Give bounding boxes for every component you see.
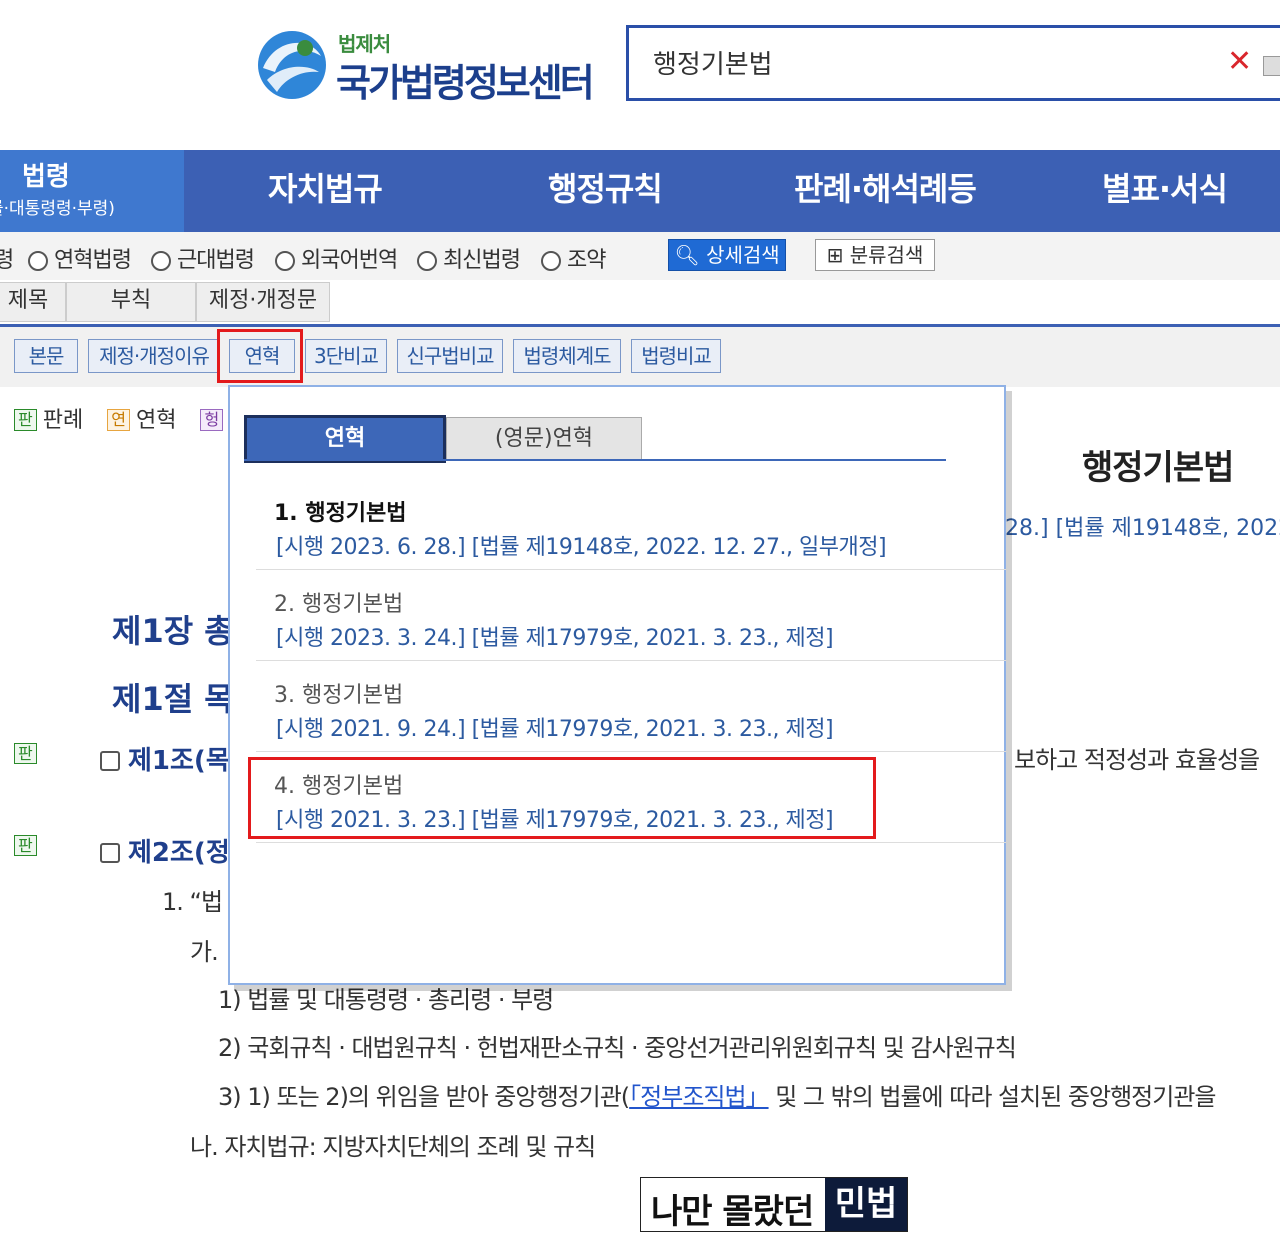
popup-tab-english-history[interactable]: (영문)연혁 <box>446 417 642 461</box>
radio-icon <box>151 251 171 271</box>
article-2[interactable]: 제2조(정 <box>100 832 230 869</box>
search-check-icon: 🔍︎ <box>674 243 700 267</box>
legend-precedent: 판례 <box>42 408 84 433</box>
banner-text-1: 나만 몰랐던 <box>651 1192 814 1232</box>
article-2-label: 제2조(정 <box>128 838 230 868</box>
old-new-compare-button[interactable]: 신구법비교 <box>397 339 503 373</box>
radio-icon <box>28 251 48 271</box>
tree-search-icon: ⊞ <box>826 243 844 267</box>
filter-modern-laws[interactable]: 근대법령 <box>151 242 255 274</box>
nav-item-precedents[interactable]: 판례·해석례등 <box>794 164 977 210</box>
entry-sub: [시행 2023. 6. 28.] [법률 제19148호, 2022. 12.… <box>276 535 887 560</box>
site-name[interactable]: 국가법령정보센터 <box>336 52 595 107</box>
article-2-sub-3: 3) 1) 또는 2)의 위임을 받아 중앙행정기관(「정부조직법」 및 그 밖… <box>218 1077 1216 1112</box>
popup-tab-underline <box>244 459 946 461</box>
filter-label: 조약 <box>567 248 606 273</box>
law-title: 행정기본법 <box>1082 448 1234 488</box>
article-2-item-ga: 가. <box>190 938 219 966</box>
toolbar-row: 본문 제정·개정이유 연혁 3단비교 신구법비교 법령체계도 법령비교 <box>0 327 1280 387</box>
entry-sub: [시행 2021. 9. 24.] [법률 제17979호, 2021. 3. … <box>276 717 834 742</box>
entry-sub: [시행 2023. 3. 24.] [법률 제17979호, 2021. 3. … <box>276 626 834 651</box>
chapter-heading: 제1장 총 <box>112 612 234 650</box>
class-search-button[interactable]: ⊞ 분류검색 <box>815 239 935 271</box>
filter-foreign-translation[interactable]: 외국어번역 <box>275 242 398 274</box>
nav-item-forms[interactable]: 별표·서식 <box>1102 164 1228 210</box>
logo-icon <box>258 31 326 99</box>
entry-highlight-box <box>248 757 876 839</box>
third-tag: 헝 <box>200 409 224 431</box>
article-1-text: 보하고 적정성과 효율성을 <box>1014 746 1260 774</box>
article-2-sub-1: 1) 법률 및 대통령령 · 총리령 · 부령 <box>218 986 554 1014</box>
detail-search-label: 상세검색 <box>706 243 780 267</box>
class-search-label: 분류검색 <box>849 243 924 267</box>
nav-item-admin-rules[interactable]: 행정규칙 <box>548 164 663 210</box>
keyboard-icon[interactable] <box>1263 56 1280 76</box>
history-tag: 연 <box>107 409 130 431</box>
filter-partial: 령 <box>0 248 14 273</box>
radio-icon <box>275 251 295 271</box>
law-hierarchy-button[interactable]: 법령체계도 <box>513 339 621 373</box>
filter-history-laws[interactable]: 연혁법령 <box>28 242 132 274</box>
detail-search-button[interactable]: 🔍︎ 상세검색 <box>668 239 786 271</box>
gov-org-act-link[interactable]: 「정부조직법」 <box>629 1083 769 1111</box>
nav-law-sub: 률·대통령령·부령) <box>0 199 115 219</box>
precedent-tag: 판 <box>14 409 37 431</box>
reason-button[interactable]: 제정·개정이유 <box>88 339 220 373</box>
main-nav: 법령 률·대통령령·부령) 자치법규 행정규칙 판례·해석례등 별표·서식 <box>0 150 1280 232</box>
law-compare-button[interactable]: 법령비교 <box>631 339 721 373</box>
search-input[interactable] <box>651 46 1195 78</box>
history-entry-1[interactable]: 1. 행정기본법 [시행 2023. 6. 28.] [법률 제19148호, … <box>256 479 1006 570</box>
radio-icon <box>541 251 561 271</box>
precedent-tag: 판 <box>14 743 37 764</box>
history-entry-2[interactable]: 2. 행정기본법 [시행 2023. 3. 24.] [법률 제17979호, … <box>256 570 1006 661</box>
article-1-label: 제1조(목 <box>128 746 230 776</box>
filter-label: 연혁법령 <box>54 248 132 273</box>
banner-text-2: 민법 <box>825 1178 907 1231</box>
article-2-item-1: 1. “법 <box>162 888 223 916</box>
article-2-tag[interactable]: 판 <box>14 835 37 856</box>
nav-law-label: 법령 <box>22 162 70 192</box>
filter-treaties[interactable]: 조약 <box>541 242 606 274</box>
law-meta: 28.] [법률 제19148호, 2022 <box>1005 516 1280 541</box>
entry-title: 3. 행정기본법 <box>274 683 404 708</box>
nav-item-law[interactable]: 법령 률·대통령령·부령) <box>0 150 184 232</box>
article-2-sub-2: 2) 국회규칙 · 대법원규칙 · 헌법재판소규칙 · 중앙선거관리위원회규칙 … <box>218 1034 1017 1062</box>
radio-icon <box>417 251 437 271</box>
entry-title: 2. 행정기본법 <box>274 592 404 617</box>
nav-item-local-laws[interactable]: 자치법규 <box>268 164 383 210</box>
filter-label: 최신법령 <box>443 248 521 273</box>
subtab-row: 제목 부칙 제정·개정문 <box>0 280 1280 327</box>
clear-icon[interactable]: ✕ <box>1227 44 1252 79</box>
tab-appendix[interactable]: 부칙 <box>66 282 196 322</box>
checkbox-icon <box>100 843 120 863</box>
history-popup: 연혁 (영문)연혁 1. 행정기본법 [시행 2023. 6. 28.] [법률… <box>228 385 1006 985</box>
history-entry-3[interactable]: 3. 행정기본법 [시행 2021. 9. 24.] [법률 제17979호, … <box>256 661 1006 752</box>
filter-label: 근대법령 <box>177 248 255 273</box>
history-highlight-box <box>217 329 303 383</box>
sub-3-pre: 3) 1) 또는 2)의 위임을 받아 중앙행정기관( <box>218 1083 630 1111</box>
filter-latest-laws[interactable]: 최신법령 <box>417 242 521 274</box>
checkbox-icon <box>100 751 120 771</box>
filter-label: 외국어번역 <box>301 248 398 273</box>
section-heading: 제1절 목 <box>112 680 234 718</box>
legend-history: 연혁 <box>135 408 177 433</box>
legend: 판 판례 연 연혁 헝 <box>14 402 229 434</box>
article-2-item-na: 나. 자치법규: 지방자치단체의 조례 및 규칙 <box>190 1133 596 1161</box>
entry-title: 1. 행정기본법 <box>274 501 407 526</box>
tab-enactment[interactable]: 제정·개정문 <box>196 282 330 322</box>
sub-3-post: 및 그 밖의 법률에 따라 설치된 중앙행정기관을 <box>768 1083 1216 1111</box>
three-way-compare-button[interactable]: 3단비교 <box>305 339 387 373</box>
popup-tab-history[interactable]: 연혁 <box>244 415 446 463</box>
watermark-banner: 나만 몰랐던 민법 <box>640 1177 908 1232</box>
filter-row: 령 연혁법령 근대법령 외국어번역 최신법령 조약 🔍︎ 상세검색 ⊞ 분류검색 <box>0 232 1280 280</box>
body-button[interactable]: 본문 <box>14 339 78 373</box>
search-box: ✕ <box>626 25 1280 101</box>
article-1-tag[interactable]: 판 <box>14 743 37 764</box>
article-1[interactable]: 제1조(목 <box>100 740 230 777</box>
precedent-tag: 판 <box>14 835 37 856</box>
tab-title[interactable]: 제목 <box>0 282 66 322</box>
